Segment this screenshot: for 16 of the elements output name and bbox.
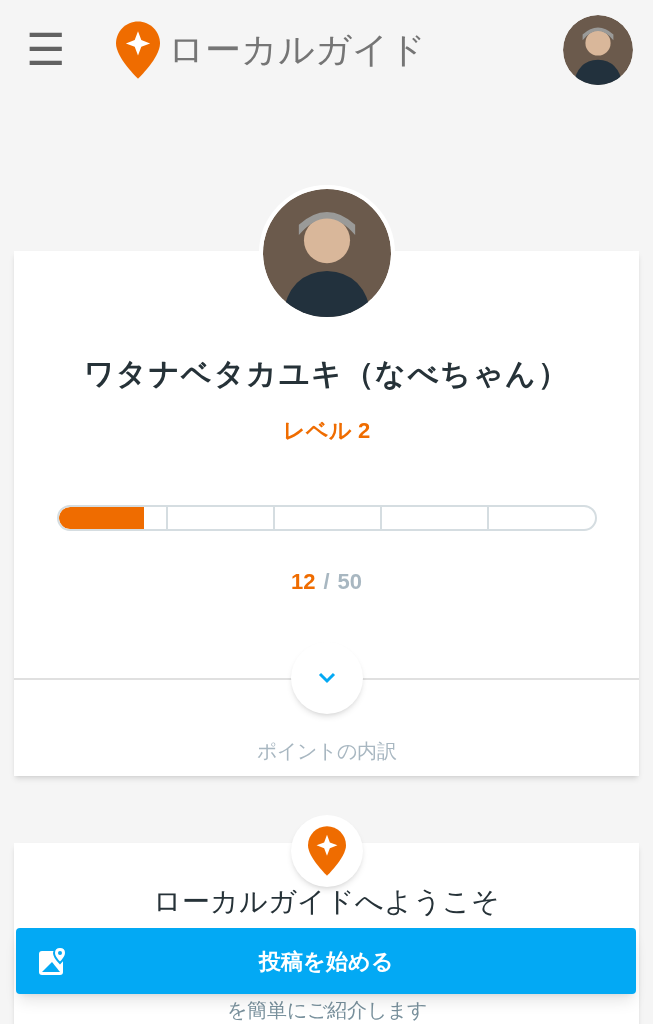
user-name: ワタナベタカユキ（なべちゃん） <box>83 356 570 392</box>
points-separator: / <box>323 568 330 596</box>
points-goal: 50 <box>337 568 363 596</box>
logo-icon <box>116 21 160 79</box>
chevron-icon <box>316 671 337 685</box>
level-label: レベル 2 <box>282 417 371 445</box>
menu-button[interactable]: ☰ <box>20 28 70 72</box>
map-pin-icon <box>38 946 68 976</box>
welcome-title: ローカルガイドへようこそ <box>153 885 500 919</box>
points-value: 12 <box>290 568 316 596</box>
guide-pin-icon <box>307 826 346 876</box>
avatar <box>563 15 633 85</box>
breakdown-label: ポイントの内訳 <box>256 739 397 764</box>
account-button[interactable] <box>563 15 633 85</box>
app-title: ローカルガイド <box>168 28 426 72</box>
welcome-subtitle: を簡単にご紹介します <box>226 999 427 1021</box>
